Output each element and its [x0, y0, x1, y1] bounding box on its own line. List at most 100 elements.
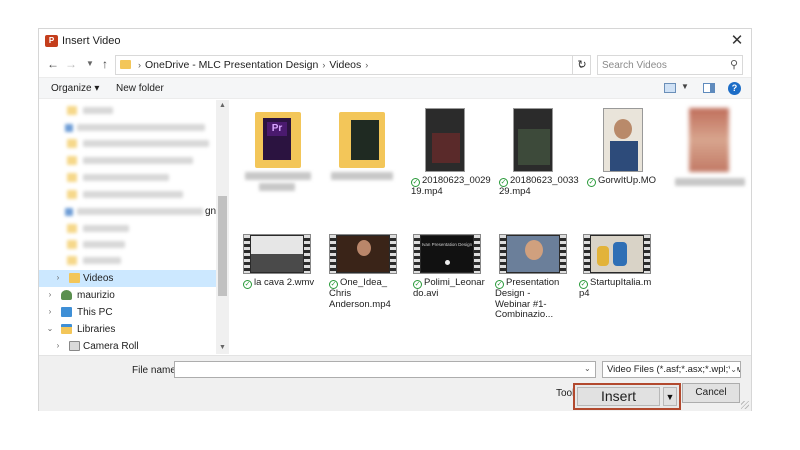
- insert-highlight: Insert ▼: [573, 383, 681, 410]
- file-name-label: ✓ Presentation Design - Webinar #1- Combi…: [495, 277, 559, 321]
- forward-button[interactable]: →: [64, 56, 78, 72]
- help-icon[interactable]: ?: [728, 82, 741, 95]
- file-name-text: One_Idea_ Chris Anderson.mp4: [329, 277, 391, 310]
- video-thumbnail: [425, 108, 465, 172]
- file-item-blurred-folder[interactable]: [331, 108, 393, 198]
- file-list: Pr ✓ 20180623_0029 19.mp4 ✓ 20180623_0033 …: [231, 100, 751, 354]
- video-thumbnail: [603, 108, 643, 172]
- organize-button[interactable]: Organize ▾: [51, 83, 99, 94]
- file-item-video[interactable]: ✓ la cava 2.wmv: [241, 234, 321, 294]
- file-name-label: File name:: [132, 365, 179, 376]
- sidebar-item-libraries[interactable]: ⌄ Libraries: [39, 321, 216, 338]
- sidebar-item-videos[interactable]: › Videos: [39, 270, 216, 287]
- file-item-video[interactable]: Ivan Presentation Design ✓ Polimi_Leonar …: [411, 234, 491, 304]
- folder-icon: [120, 60, 131, 69]
- file-item-video[interactable]: ✓ 20180623_0029 19.mp4: [409, 108, 491, 200]
- search-box[interactable]: ⚲: [597, 55, 743, 75]
- library-folder-icon: [69, 341, 80, 351]
- file-name-input[interactable]: [174, 361, 596, 378]
- video-thumbnail: [243, 234, 311, 274]
- file-item-video[interactable]: ✓ GorwItUp.MO: [583, 108, 661, 200]
- file-type-value: Video Files (*.asf;*.asx;*.wpl;*.w: [607, 364, 741, 375]
- blurred-label: [83, 157, 193, 164]
- thumbnail-scene: [518, 129, 550, 165]
- command-bar: Organize ▾ New folder ▼ ?: [39, 77, 751, 99]
- insert-button[interactable]: Insert: [577, 387, 660, 406]
- blurred-label: [77, 124, 205, 131]
- breadcrumb: › OneDrive - MLC Presentation Design › Vide…: [134, 59, 372, 71]
- file-type-select[interactable]: Video Files (*.asf;*.asx;*.wpl;*.w ⌄: [602, 361, 741, 378]
- film-strip: [330, 235, 336, 273]
- thumbnail-caption: Ivan Presentation Design: [421, 242, 473, 247]
- file-name-label: ✓ 20180623_0033 29.mp4: [499, 175, 579, 198]
- sidebar-item-maurizio[interactable]: › maurizio: [39, 287, 216, 304]
- scroll-up-icon[interactable]: ▲: [216, 100, 229, 112]
- recent-locations-button[interactable]: ▼: [83, 56, 97, 72]
- sync-check-icon: ✓: [587, 178, 596, 187]
- blurred-label: [83, 140, 209, 147]
- file-name-label: ✓ la cava 2.wmv: [243, 277, 314, 289]
- chevron-right-icon[interactable]: ›: [45, 290, 55, 299]
- file-item-video[interactable]: ✓ StartupItalia.m p4: [577, 234, 661, 304]
- insert-options-button[interactable]: ▼: [663, 387, 677, 406]
- sidebar-item-camera-roll[interactable]: › Camera Roll: [39, 338, 216, 354]
- caret-down-icon: ▼: [665, 392, 675, 402]
- video-thumbnail: [583, 234, 651, 274]
- refresh-button[interactable]: ↻: [572, 55, 591, 75]
- chevron-right-icon[interactable]: ›: [53, 341, 63, 350]
- video-thumbnail: [513, 108, 553, 172]
- chevron-down-icon[interactable]: ⌄: [45, 324, 55, 333]
- insert-video-dialog: P Insert Video ✕ ← → ▼ ↑ › OneDrive - MLC…: [38, 28, 752, 411]
- change-view-icon[interactable]: [664, 83, 676, 93]
- navigation-pane-scrollbar[interactable]: ▲ ▼: [216, 100, 229, 354]
- breadcrumb-separator: ›: [138, 60, 141, 70]
- chevron-down-icon: ⌄: [730, 362, 737, 377]
- dialog-title: Insert Video: [62, 35, 121, 47]
- film-strip: [304, 235, 310, 273]
- blurred-folder-icon: [67, 256, 77, 265]
- chevron-right-icon[interactable]: ›: [45, 307, 55, 316]
- file-item-video[interactable]: ✓ One_Idea_ Chris Anderson.mp4: [327, 234, 407, 324]
- file-item-blurred-folder[interactable]: Pr: [245, 108, 311, 198]
- thumbnail-scene: [445, 260, 450, 265]
- close-icon: ✕: [730, 32, 744, 49]
- view-options-dropdown[interactable]: ▼: [681, 82, 689, 91]
- blurred-label: [331, 172, 393, 180]
- chevron-down-icon[interactable]: ⌄: [584, 364, 591, 373]
- breadcrumb-separator[interactable]: ›: [365, 60, 368, 70]
- file-item-video[interactable]: ✓ 20180623_0033 29.mp4: [497, 108, 579, 200]
- user-icon: [61, 290, 72, 300]
- blurred-icon: [65, 208, 73, 216]
- new-folder-button[interactable]: New folder: [116, 83, 164, 94]
- breadcrumb-videos[interactable]: Videos: [329, 59, 361, 71]
- blurred-label: [83, 174, 169, 181]
- sidebar-item-label: This PC: [77, 307, 113, 318]
- file-name-text: 20180623_0033 29.mp4: [499, 175, 579, 197]
- blurred-folder-icon: [67, 240, 77, 249]
- sidebar-item-label: Videos: [83, 273, 114, 284]
- address-bar[interactable]: › OneDrive - MLC Presentation Design › Vide…: [115, 55, 591, 75]
- preview-pane-icon[interactable]: [703, 83, 715, 93]
- resize-grip[interactable]: [741, 401, 749, 409]
- video-thumbnail: [499, 234, 567, 274]
- breadcrumb-onedrive[interactable]: OneDrive - MLC Presentation Design: [145, 59, 318, 71]
- sidebar-item-this-pc[interactable]: › This PC: [39, 304, 216, 321]
- scroll-down-icon[interactable]: ▼: [216, 342, 229, 354]
- close-button[interactable]: ✕: [727, 31, 747, 51]
- up-button[interactable]: ↑: [98, 56, 112, 72]
- file-item-blurred-video[interactable]: [671, 108, 749, 200]
- video-thumbnail: Ivan Presentation Design: [413, 234, 481, 274]
- blurred-label: [83, 225, 129, 232]
- chevron-down-icon: ▼: [86, 59, 94, 68]
- back-button[interactable]: ←: [46, 56, 60, 72]
- thumbnail-scene: [613, 242, 627, 266]
- chevron-right-icon[interactable]: ›: [53, 273, 63, 282]
- cancel-button[interactable]: Cancel: [682, 383, 740, 403]
- blurred-thumbnail: [689, 108, 729, 172]
- thumbnail-scene: [432, 133, 460, 163]
- search-input[interactable]: [602, 59, 722, 71]
- file-name-label: ✓ GorwItUp.MO: [587, 175, 656, 187]
- scrollbar-thumb[interactable]: [218, 196, 227, 296]
- file-item-video[interactable]: ✓ Presentation Design - Webinar #1- Combi…: [493, 234, 577, 344]
- thumbnail-scene: [357, 240, 371, 256]
